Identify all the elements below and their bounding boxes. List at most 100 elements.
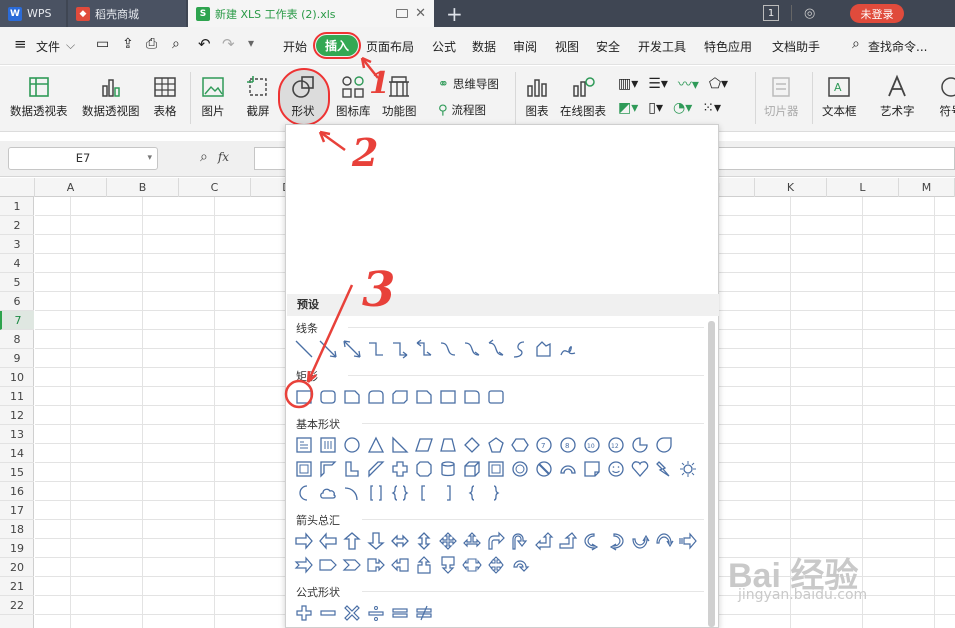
pentagon-shape-icon[interactable] bbox=[486, 435, 506, 455]
column-chart-icon[interactable]: ▥▾ bbox=[618, 76, 638, 92]
column-header[interactable]: C bbox=[179, 178, 251, 197]
left-bracket-icon[interactable] bbox=[414, 483, 434, 503]
search-icon[interactable]: ⌕ bbox=[852, 36, 860, 52]
row-header[interactable]: 6 bbox=[0, 292, 34, 311]
heptagon-icon[interactable]: 7 bbox=[534, 435, 554, 455]
curved-down-arrow-icon[interactable] bbox=[654, 531, 674, 551]
folded-corner-icon[interactable] bbox=[582, 459, 602, 479]
monitor-icon[interactable] bbox=[396, 9, 408, 18]
row-header[interactable]: 10 bbox=[0, 368, 34, 387]
rectangle-shape-icon[interactable] bbox=[294, 387, 314, 407]
round-single-corner-rect-icon[interactable] bbox=[462, 387, 482, 407]
curve-icon[interactable] bbox=[510, 339, 530, 359]
pie-shape-icon[interactable] bbox=[630, 435, 650, 455]
row-header[interactable]: 4 bbox=[0, 254, 34, 273]
parallelogram-icon[interactable] bbox=[414, 435, 434, 455]
plus-shape-icon[interactable] bbox=[294, 603, 314, 623]
diagonal-stripe-icon[interactable] bbox=[366, 459, 386, 479]
redo-icon[interactable]: ↷ bbox=[222, 35, 235, 53]
up-arrow-callout-icon[interactable] bbox=[414, 555, 434, 575]
left-right-arrow-icon[interactable] bbox=[390, 531, 410, 551]
bar-chart-icon[interactable]: ☰▾ bbox=[648, 76, 668, 92]
lightning-bolt-icon[interactable] bbox=[654, 459, 674, 479]
row-header[interactable]: 8 bbox=[0, 330, 34, 349]
left-arrow-icon[interactable] bbox=[318, 531, 338, 551]
can-shape-icon[interactable] bbox=[438, 459, 458, 479]
arrow-line-icon[interactable] bbox=[318, 339, 338, 359]
fx-label[interactable]: fx bbox=[218, 150, 229, 164]
double-arrow-line-icon[interactable] bbox=[342, 339, 362, 359]
textbox-button[interactable]: A 文本框 bbox=[822, 66, 857, 119]
row-header[interactable]: 18 bbox=[0, 520, 34, 539]
snip-corner-rect-icon[interactable] bbox=[342, 387, 362, 407]
chevron-down-icon[interactable]: ⌵ bbox=[66, 38, 75, 53]
curved-arrow-icon[interactable] bbox=[462, 339, 482, 359]
moon-shape-icon[interactable] bbox=[294, 483, 314, 503]
double-brace-icon[interactable] bbox=[390, 483, 410, 503]
column-header[interactable]: M bbox=[899, 178, 955, 197]
chevron-down-icon[interactable]: ▾ bbox=[147, 148, 152, 169]
arttext-button[interactable]: 艺术字 bbox=[880, 66, 915, 119]
dropdown-scrollbar[interactable] bbox=[708, 321, 715, 627]
text-box-shape-icon[interactable] bbox=[294, 435, 314, 455]
scribble-icon[interactable] bbox=[558, 339, 578, 359]
name-box[interactable]: E7 ▾ bbox=[8, 147, 158, 170]
left-right-up-arrow-icon[interactable] bbox=[462, 531, 482, 551]
picture-button[interactable]: 图片 bbox=[200, 66, 226, 119]
up-down-arrow-icon[interactable] bbox=[414, 531, 434, 551]
window-count-badge[interactable]: 1 bbox=[763, 5, 779, 21]
half-frame-icon[interactable] bbox=[318, 459, 338, 479]
bevel-shape-icon[interactable] bbox=[486, 459, 506, 479]
pivot-chart-button[interactable]: 数据透视图 bbox=[82, 66, 140, 119]
menu-formulas[interactable]: 公式 bbox=[432, 38, 456, 55]
left-arrow-callout-icon[interactable] bbox=[390, 555, 410, 575]
round-diagonal-rect-icon[interactable] bbox=[486, 387, 506, 407]
quad-arrow-icon[interactable] bbox=[438, 531, 458, 551]
cross-shape-icon[interactable] bbox=[390, 459, 410, 479]
curved-right-arrow-icon[interactable] bbox=[582, 531, 602, 551]
formula-input-right[interactable] bbox=[718, 147, 955, 170]
formula-input[interactable] bbox=[254, 147, 287, 170]
row-header[interactable]: 17 bbox=[0, 501, 34, 520]
line-chart-icon[interactable]: 〰▾ bbox=[678, 74, 699, 94]
menu-insert[interactable]: 插入 bbox=[313, 32, 361, 59]
table-button[interactable]: 表格 bbox=[152, 66, 178, 119]
row-header[interactable]: 13 bbox=[0, 425, 34, 444]
menu-special[interactable]: 特色应用 bbox=[704, 38, 752, 55]
teardrop-icon[interactable] bbox=[654, 435, 674, 455]
curved-up-arrow-icon[interactable] bbox=[630, 531, 650, 551]
bent-up-arrow-icon[interactable] bbox=[558, 531, 578, 551]
skin-icon[interactable]: ◎ bbox=[804, 6, 815, 21]
row-header[interactable]: 20 bbox=[0, 558, 34, 577]
column-header[interactable]: K bbox=[755, 178, 827, 197]
menu-review[interactable]: 审阅 bbox=[513, 38, 537, 55]
pentagon-arrow-icon[interactable] bbox=[318, 555, 338, 575]
pie-chart-icon[interactable]: ◔▾ bbox=[673, 100, 692, 116]
left-brace-icon[interactable] bbox=[462, 483, 482, 503]
row-header[interactable]: 11 bbox=[0, 387, 34, 406]
login-button[interactable]: 未登录 bbox=[850, 4, 904, 23]
bent-arrow-icon[interactable] bbox=[486, 531, 506, 551]
row-header[interactable]: 21 bbox=[0, 577, 34, 596]
frame-shape-icon[interactable] bbox=[294, 459, 314, 479]
column-header[interactable]: L bbox=[827, 178, 899, 197]
menu-data[interactable]: 数据 bbox=[472, 38, 496, 55]
scatter-chart-icon[interactable]: ⁙▾ bbox=[702, 100, 721, 116]
rounded-rect-icon[interactable] bbox=[318, 387, 338, 407]
tab-wps-home[interactable]: W WPS bbox=[0, 0, 66, 27]
mindmap-button[interactable]: ⚭ 思维导图 bbox=[438, 76, 499, 92]
octagon-icon[interactable]: 8 bbox=[558, 435, 578, 455]
vertical-text-box-icon[interactable] bbox=[318, 435, 338, 455]
row-header[interactable]: 19 bbox=[0, 539, 34, 558]
row-header[interactable]: 15 bbox=[0, 463, 34, 482]
stock-chart-icon[interactable]: ▯▾ bbox=[648, 100, 663, 116]
notched-right-arrow-icon[interactable] bbox=[294, 555, 314, 575]
striped-right-arrow-icon[interactable] bbox=[678, 531, 698, 551]
menu-home[interactable]: 开始 bbox=[283, 38, 307, 55]
up-arrow-icon[interactable] bbox=[342, 531, 362, 551]
sun-shape-icon[interactable] bbox=[678, 459, 698, 479]
arc-shape-icon[interactable] bbox=[342, 483, 362, 503]
elbow-arrow-icon[interactable] bbox=[390, 339, 410, 359]
menu-page-layout[interactable]: 页面布局 bbox=[366, 38, 414, 55]
pivot-table-button[interactable]: 数据透视表 bbox=[10, 66, 68, 119]
